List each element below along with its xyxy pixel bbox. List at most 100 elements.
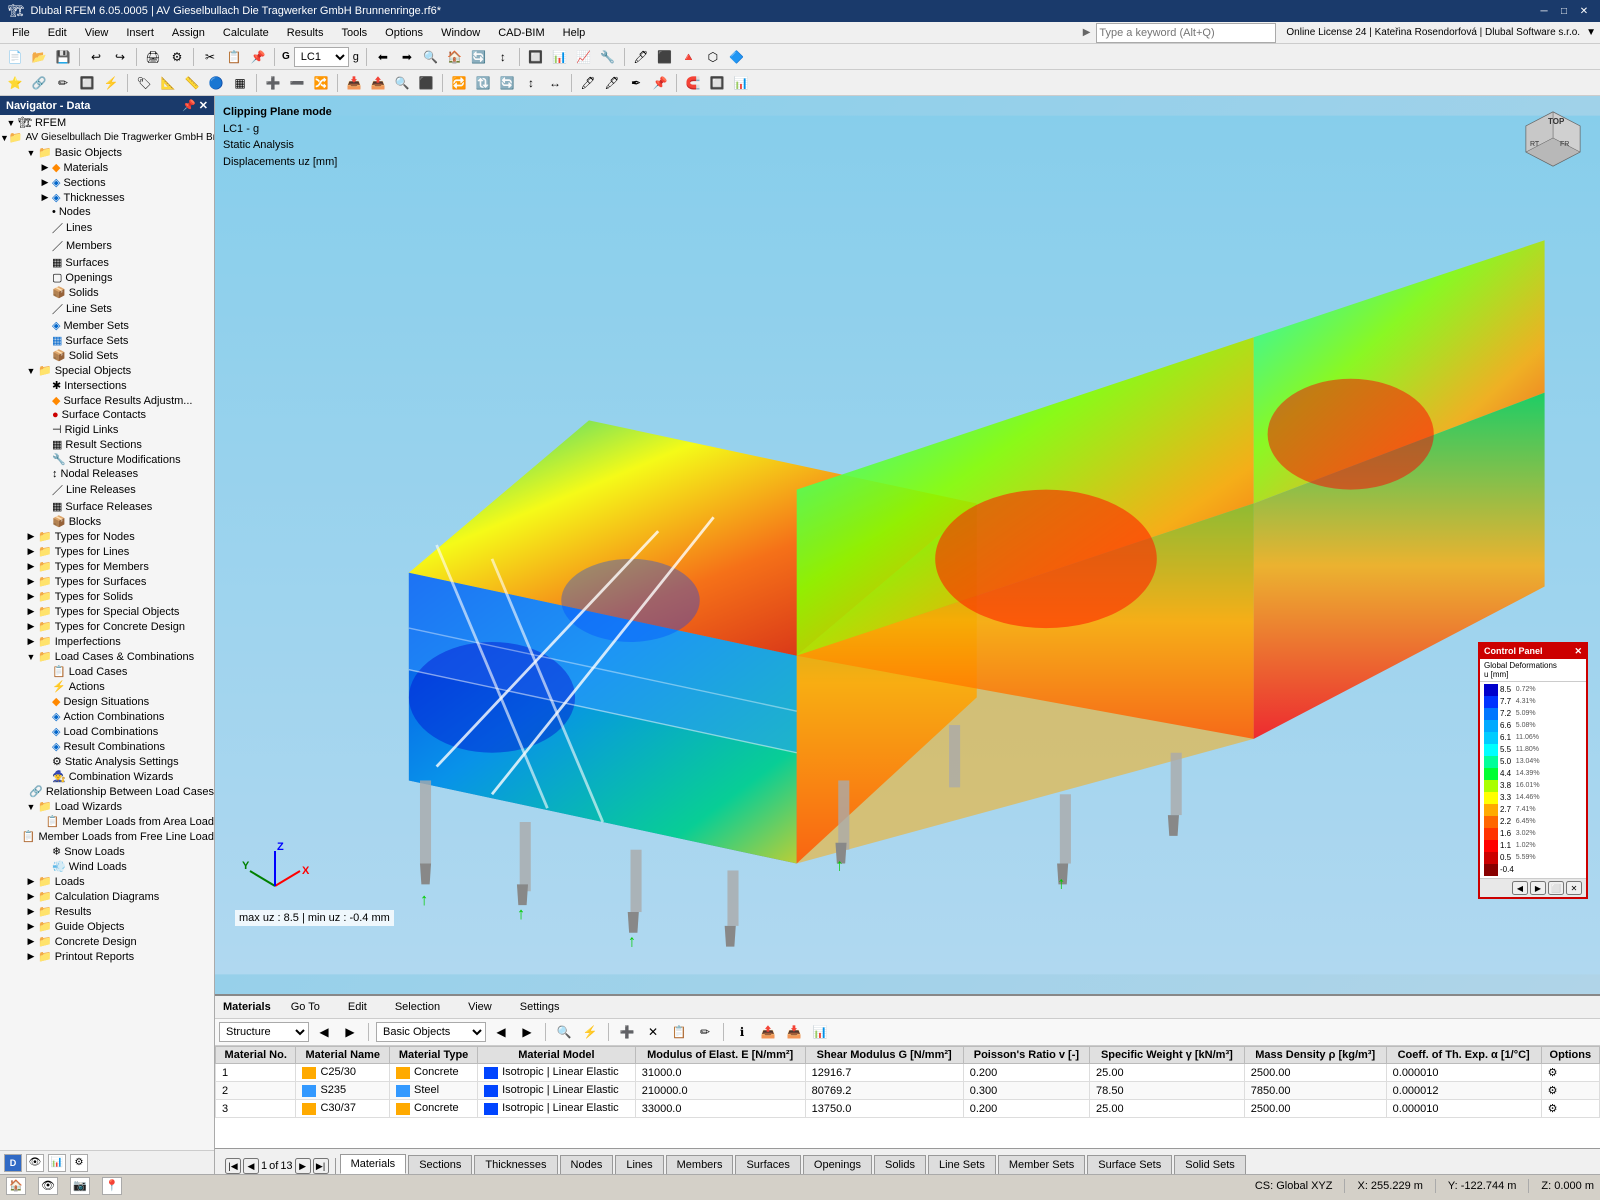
license-expand-btn[interactable]: ▼	[1586, 27, 1596, 38]
tree-rigid-links[interactable]: ⊣ Rigid Links	[0, 422, 214, 437]
tab-member-sets[interactable]: Member Sets	[998, 1155, 1085, 1174]
t2-btn21[interactable]: ↕	[520, 72, 542, 94]
cp-close-btn[interactable]: ✕	[1574, 646, 1582, 657]
t2-btn23[interactable]: 🖊	[577, 72, 599, 94]
tree-actions[interactable]: ⚡ Actions	[0, 679, 214, 694]
btn6[interactable]: ⬅	[372, 46, 394, 68]
tree-surface-releases[interactable]: ▦ Surface Releases	[0, 499, 214, 514]
tree-sections[interactable]: ▶ ◈ Sections	[0, 175, 214, 190]
bt-info-btn[interactable]: ℹ	[731, 1021, 753, 1043]
btn3[interactable]: ✂	[199, 46, 221, 68]
tree-load-combinations[interactable]: ◈ Load Combinations	[0, 724, 214, 739]
btn15[interactable]: 🔧	[597, 46, 619, 68]
t2-btn22[interactable]: ↔	[544, 72, 566, 94]
tree-result-sections[interactable]: ▦ Result Sections	[0, 437, 214, 452]
page-next-btn[interactable]: ▶	[295, 1158, 311, 1174]
t2-btn5[interactable]: ⚡	[100, 72, 122, 94]
bt-search-btn[interactable]: 🔍	[553, 1021, 575, 1043]
tree-types-concrete[interactable]: ▶ 📁 Types for Concrete Design	[0, 619, 214, 634]
tree-types-members[interactable]: ▶ 📁 Types for Members	[0, 559, 214, 574]
t2-btn27[interactable]: 🧲	[682, 72, 704, 94]
t2-btn19[interactable]: 🔃	[472, 72, 494, 94]
nav-settings-btn[interactable]: ⚙	[70, 1154, 88, 1172]
bt-copy-btn[interactable]: 📋	[668, 1021, 690, 1043]
menu-file[interactable]: File	[4, 25, 38, 41]
t2-btn25[interactable]: ✒	[625, 72, 647, 94]
bt-prev2-btn[interactable]: ◀	[490, 1021, 512, 1043]
tree-results[interactable]: ▶ 📁 Results	[0, 904, 214, 919]
t2-btn18[interactable]: 🔁	[448, 72, 470, 94]
btn10[interactable]: 🔄	[468, 46, 490, 68]
t2-btn9[interactable]: 🔵	[205, 72, 227, 94]
btn4[interactable]: 📋	[223, 46, 245, 68]
menu-window[interactable]: Window	[433, 25, 488, 41]
t2-btn1[interactable]: ⭐	[4, 72, 26, 94]
tree-member-sets[interactable]: ◈ Member Sets	[0, 318, 214, 333]
tab-surfaces[interactable]: Surfaces	[735, 1155, 800, 1174]
btn8[interactable]: 🔍	[420, 46, 442, 68]
cp-pin-btn[interactable]: ✕	[1566, 881, 1582, 895]
tab-members[interactable]: Members	[666, 1155, 734, 1174]
t2-btn8[interactable]: 📏	[181, 72, 203, 94]
nav-results-btn[interactable]: 📊	[48, 1154, 66, 1172]
tree-line-releases[interactable]: ／ Line Releases	[0, 481, 214, 499]
tree-action-combinations[interactable]: ◈ Action Combinations	[0, 709, 214, 724]
tree-calc-diagrams[interactable]: ▶ 📁 Calculation Diagrams	[0, 889, 214, 904]
t2-btn16[interactable]: 🔍	[391, 72, 413, 94]
menu-assign[interactable]: Assign	[164, 25, 213, 41]
tab-solid-sets[interactable]: Solid Sets	[1174, 1155, 1246, 1174]
tree-solids[interactable]: 📦 Solids	[0, 285, 214, 300]
tab-materials[interactable]: Materials	[340, 1154, 407, 1174]
menu-results[interactable]: Results	[279, 25, 332, 41]
tree-relationship-load-cases[interactable]: 🔗 Relationship Between Load Cases	[0, 784, 214, 799]
tab-thicknesses[interactable]: Thicknesses	[474, 1155, 557, 1174]
tree-load-wizards[interactable]: ▼ 📁 Load Wizards	[0, 799, 214, 814]
tree-printout-reports[interactable]: ▶ 📁 Printout Reports	[0, 949, 214, 964]
btn20[interactable]: 🔷	[726, 46, 748, 68]
page-prev-btn[interactable]: ◀	[243, 1158, 259, 1174]
t2-btn7[interactable]: 📐	[157, 72, 179, 94]
tree-types-nodes[interactable]: ▶ 📁 Types for Nodes	[0, 529, 214, 544]
t2-btn4[interactable]: 🔲	[76, 72, 98, 94]
redo-btn[interactable]: ↪	[109, 46, 131, 68]
status-loc-btn[interactable]: 📍	[102, 1177, 122, 1195]
tree-load-cases[interactable]: 📋 Load Cases	[0, 664, 214, 679]
tree-lines[interactable]: ／ Lines	[0, 219, 214, 237]
bottom-view[interactable]: View	[460, 999, 500, 1015]
status-eye-btn[interactable]: 👁	[38, 1177, 58, 1195]
tree-members[interactable]: ／ Members	[0, 237, 214, 255]
btn16[interactable]: 🖊	[630, 46, 652, 68]
tree-static-analysis[interactable]: ⚙ Static Analysis Settings	[0, 754, 214, 769]
maximize-button[interactable]: □	[1556, 3, 1572, 19]
calc-btn[interactable]: ⚙	[166, 46, 188, 68]
t2-btn20[interactable]: 🔄	[496, 72, 518, 94]
tree-project[interactable]: ▼ 📁 AV Gieselbullach Die Tragwerker GmbH…	[0, 130, 214, 145]
3d-viewport[interactable]: Clipping Plane mode LC1 - g Static Analy…	[215, 96, 1600, 994]
tree-types-lines[interactable]: ▶ 📁 Types for Lines	[0, 544, 214, 559]
cp-prev-btn[interactable]: ◀	[1512, 881, 1528, 895]
bottom-settings[interactable]: Settings	[512, 999, 568, 1015]
bottom-edit[interactable]: Edit	[340, 999, 375, 1015]
open-btn[interactable]: 📂	[28, 46, 50, 68]
tree-nodes[interactable]: • Nodes	[0, 205, 214, 219]
tree-guide-objects[interactable]: ▶ 📁 Guide Objects	[0, 919, 214, 934]
btn7[interactable]: ➡	[396, 46, 418, 68]
tree-snow-loads[interactable]: ❄ Snow Loads	[0, 844, 214, 859]
lc-select[interactable]: LC1	[294, 47, 349, 67]
menu-insert[interactable]: Insert	[118, 25, 162, 41]
t2-btn15[interactable]: 📤	[367, 72, 389, 94]
page-first-btn[interactable]: |◀	[225, 1158, 241, 1174]
t2-btn6[interactable]: 🏷	[133, 72, 155, 94]
nav-data-btn[interactable]: D	[4, 1154, 22, 1172]
tree-surface-results-adj[interactable]: ◆ Surface Results Adjustm...	[0, 393, 214, 408]
t2-btn13[interactable]: 🔀	[310, 72, 332, 94]
undo-btn[interactable]: ↩	[85, 46, 107, 68]
t2-btn11[interactable]: ➕	[262, 72, 284, 94]
tree-member-loads-area[interactable]: 📋 Member Loads from Area Load	[0, 814, 214, 829]
btn13[interactable]: 📊	[549, 46, 571, 68]
bt-add-btn[interactable]: ➕	[616, 1021, 638, 1043]
tree-combination-wizards[interactable]: 🧙 Combination Wizards	[0, 769, 214, 784]
tab-surface-sets[interactable]: Surface Sets	[1087, 1155, 1172, 1174]
status-cam-btn[interactable]: 📷	[70, 1177, 90, 1195]
tree-blocks[interactable]: 📦 Blocks	[0, 514, 214, 529]
